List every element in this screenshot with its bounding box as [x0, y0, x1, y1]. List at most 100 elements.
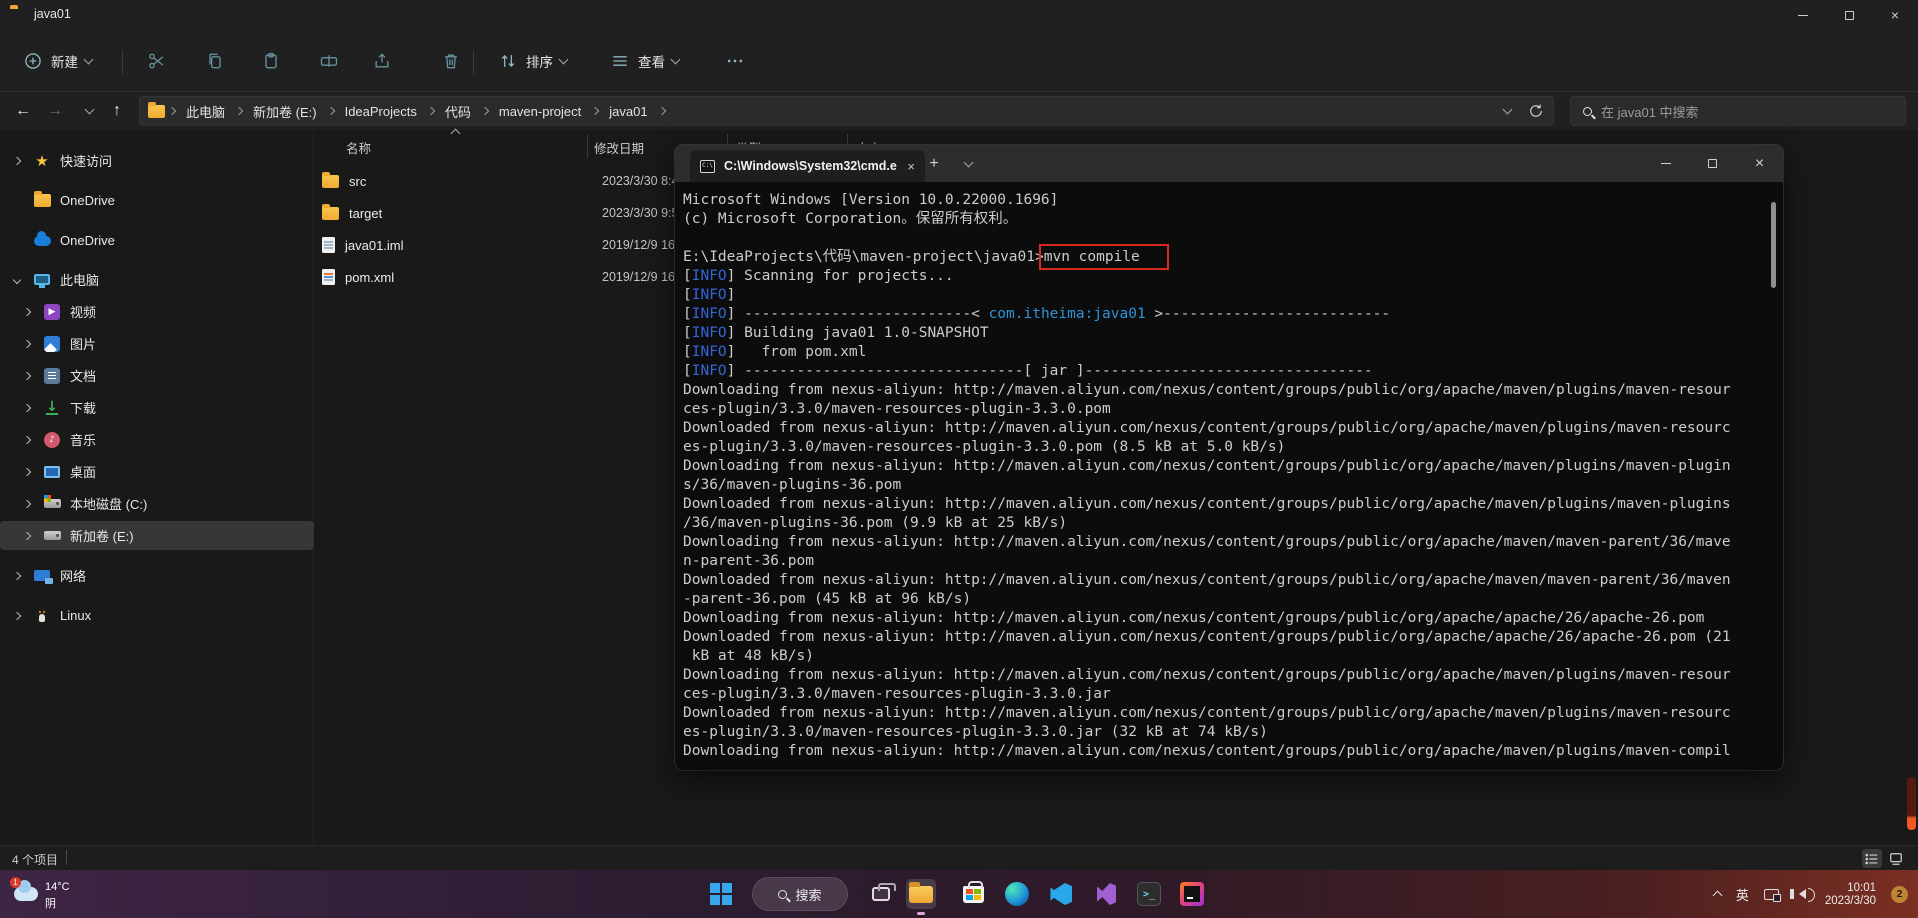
pic-icon: [43, 335, 61, 353]
large-icons-view-button[interactable]: [1886, 849, 1906, 868]
tab-close-icon[interactable]: ×: [907, 159, 915, 174]
column-header-name[interactable]: 名称: [346, 138, 371, 157]
sidebar-item-label: 桌面: [70, 465, 97, 480]
taskbar-app-start[interactable]: [706, 879, 736, 909]
taskbar-app-edge[interactable]: [1002, 879, 1032, 909]
chevron-right-icon[interactable]: [22, 403, 32, 412]
breadcrumb-item[interactable]: 此电脑: [179, 99, 232, 124]
hidden-icons-chevron[interactable]: [1712, 890, 1723, 901]
weather-widget[interactable]: 1 14°C 阴: [10, 875, 70, 911]
folder-icon: [322, 171, 339, 188]
clock[interactable]: 10:01 2023/3/30: [1825, 882, 1876, 907]
sidebar-item-快速访问[interactable]: ★ 快速访问: [0, 146, 314, 175]
sidebar-item-此电脑[interactable]: 此电脑: [0, 265, 314, 294]
weather-temp: 14°C: [45, 881, 70, 893]
sort-button[interactable]: 排序: [489, 44, 575, 78]
rename-button[interactable]: [310, 44, 348, 78]
cut-button[interactable]: [138, 44, 176, 78]
chevron-right-icon[interactable]: [12, 571, 22, 580]
sidebar-item-图片[interactable]: 图片: [0, 329, 314, 358]
volume-icon[interactable]: [1789, 888, 1815, 902]
taskbar-app-microsoft-store[interactable]: [958, 879, 988, 909]
breadcrumb-item[interactable]: maven-project: [492, 101, 588, 122]
sidebar-item-Linux[interactable]: Linux: [0, 601, 314, 630]
terminal-minimize-button[interactable]: [1642, 145, 1689, 182]
view-button[interactable]: 查看: [601, 44, 687, 78]
taskbar-app-file-explorer[interactable]: [906, 879, 936, 909]
chevron-right-icon[interactable]: [22, 435, 32, 444]
new-tab-button[interactable]: +: [919, 145, 949, 182]
cloud-icon: [33, 230, 51, 250]
chevron-right-icon[interactable]: [22, 467, 32, 476]
sidebar-item-label: 图片: [70, 337, 97, 352]
sidebar-item-桌面[interactable]: 桌面: [0, 457, 314, 486]
taskbar: 1 14°C 阴 搜索 > _ 英 10:01 2023/3/30 2: [0, 870, 1918, 918]
breadcrumb-item[interactable]: 新加卷 (E:): [246, 99, 324, 124]
sidebar-item-下载[interactable]: ↓ 下载: [0, 393, 314, 422]
terminal-close-button[interactable]: ×: [1736, 145, 1783, 182]
copy-button[interactable]: [196, 44, 234, 78]
dl-icon: ↓: [46, 398, 58, 415]
terminal-line: Downloaded from nexus-aliyun: http://mav…: [683, 629, 1731, 645]
taskbar-app-windows-terminal[interactable]: > _: [1134, 879, 1164, 909]
sidebar-item-新加卷 (E:)[interactable]: 新加卷 (E:): [0, 521, 314, 550]
chevron-right-icon[interactable]: [22, 531, 32, 540]
sidebar-item-视频[interactable]: ▶ 视频: [0, 297, 314, 326]
terminal-scrollbar[interactable]: [1771, 202, 1776, 288]
taskbar-search-button[interactable]: 搜索: [752, 877, 848, 911]
taskbar-app-vscode[interactable]: [1046, 879, 1076, 909]
sidebar-item-OneDrive[interactable]: OneDrive: [0, 186, 314, 215]
chevron-right-icon[interactable]: [12, 156, 22, 165]
file-date: 2019/12/9 16:: [602, 270, 679, 284]
maximize-button[interactable]: [1826, 0, 1872, 30]
share-button[interactable]: [363, 44, 401, 78]
edge-scrollbar[interactable]: [1907, 777, 1916, 830]
chevron-right-icon[interactable]: [22, 499, 32, 508]
search-icon: [1583, 106, 1592, 116]
column-header-date[interactable]: 修改日期: [594, 138, 644, 157]
chevron-right-icon[interactable]: [22, 339, 32, 348]
search-input[interactable]: 在 java01 中搜索: [1570, 96, 1906, 126]
new-button[interactable]: 新建: [14, 44, 100, 78]
terminal-tab[interactable]: C:\ C:\Windows\System32\cmd.e ×: [690, 150, 925, 182]
details-view-button[interactable]: [1862, 849, 1882, 868]
taskbar-app-task-view[interactable]: [866, 879, 896, 909]
ime-indicator[interactable]: 英: [1736, 885, 1749, 904]
chevron-right-icon[interactable]: [22, 307, 32, 316]
breadcrumb-item[interactable]: 代码: [438, 99, 478, 124]
tab-dropdown-button[interactable]: [955, 145, 981, 182]
sidebar-item-文档[interactable]: 文档: [0, 361, 314, 390]
cast-icon[interactable]: [1763, 888, 1781, 902]
up-button[interactable]: ↑: [102, 96, 132, 126]
notification-badge[interactable]: 2: [1891, 885, 1908, 903]
terminal-line: (c) Microsoft Corporation。保留所有权利。: [683, 211, 1018, 227]
minimize-button[interactable]: [1780, 0, 1826, 30]
close-button[interactable]: ×: [1872, 0, 1918, 30]
edge-icon: [1005, 882, 1029, 906]
refresh-icon[interactable]: [1527, 100, 1545, 122]
column-divider[interactable]: [587, 134, 588, 158]
sidebar-item-音乐[interactable]: ♪ 音乐: [0, 425, 314, 454]
taskbar-app-visual-studio[interactable]: [1090, 879, 1120, 909]
more-options-button[interactable]: [716, 44, 754, 78]
forward-button[interactable]: →: [40, 96, 70, 126]
chevron-down-icon[interactable]: [12, 275, 22, 284]
taskbar-app-intellij-idea[interactable]: [1177, 879, 1207, 909]
diskc-icon: [43, 495, 61, 513]
rename-icon: [318, 50, 340, 72]
address-dropdown-icon[interactable]: [1502, 104, 1513, 115]
paste-button[interactable]: [252, 44, 290, 78]
breadcrumb-item[interactable]: IdeaProjects: [338, 101, 424, 122]
breadcrumb-item[interactable]: java01: [602, 101, 654, 122]
sidebar-item-OneDrive[interactable]: OneDrive: [0, 226, 314, 255]
chevron-right-icon[interactable]: [22, 371, 32, 380]
sidebar-item-本地磁盘 (C:)[interactable]: 本地磁盘 (C:): [0, 489, 314, 518]
sidebar-item-网络[interactable]: 网络: [0, 561, 314, 590]
chevron-right-icon[interactable]: [12, 611, 22, 620]
back-button[interactable]: ←: [8, 96, 38, 126]
terminal-maximize-button[interactable]: [1689, 145, 1736, 182]
delete-button[interactable]: [432, 44, 470, 78]
address-bar[interactable]: 此电脑 新加卷 (E:) IdeaProjects 代码 maven-project ja…: [139, 96, 1554, 126]
recent-locations-button[interactable]: [74, 96, 104, 126]
file-date: 2019/12/9 16:: [602, 238, 679, 252]
